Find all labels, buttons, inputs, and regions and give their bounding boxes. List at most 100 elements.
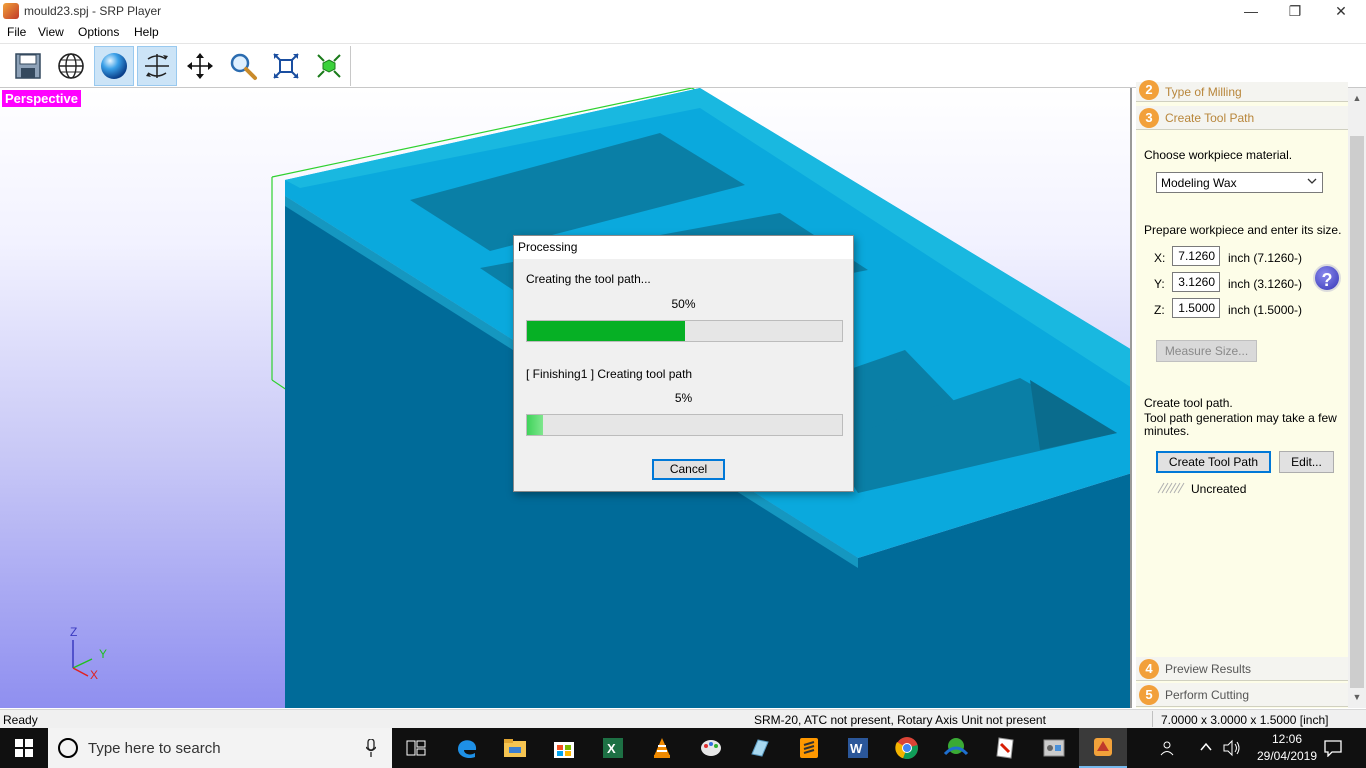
toolbar-separator (350, 46, 351, 86)
menu-bar: File View Options Help (0, 22, 1366, 44)
globe-icon[interactable] (51, 46, 91, 86)
tool-path-time-note: Tool path generation may take a few minu… (1144, 411, 1337, 438)
chevron-down-icon (1306, 175, 1318, 190)
status-ready: Ready (3, 713, 38, 727)
srp-player-app-icon (3, 3, 19, 19)
network-icon[interactable] (932, 728, 980, 768)
taskbar: Type here to search X W 12:06 29/04/2019 (0, 728, 1366, 768)
material-select[interactable]: Modeling Wax (1156, 172, 1323, 193)
create-tool-path-button[interactable]: Create Tool Path (1156, 451, 1271, 473)
vlc-icon[interactable] (638, 728, 686, 768)
size-y-unit-text: inch (1228, 277, 1251, 291)
size-z-input[interactable]: 1.5000 (1172, 298, 1220, 318)
status-machine-info: SRM-20, ATC not present, Rotary Axis Uni… (754, 713, 1046, 727)
center-icon[interactable] (309, 46, 349, 86)
progress-bar-1 (526, 320, 843, 342)
create-tool-path-text: Create tool path. (1144, 396, 1233, 410)
microphone-icon[interactable] (366, 739, 376, 757)
search-placeholder: Type here to search (88, 740, 221, 757)
app-icon[interactable] (736, 728, 784, 768)
cancel-button[interactable]: Cancel (652, 459, 725, 480)
clock-time[interactable]: 12:06 (1255, 732, 1319, 746)
minimize-button[interactable]: — (1228, 0, 1274, 22)
axis-x-label: X (90, 668, 99, 682)
rotate-icon[interactable] (137, 46, 177, 86)
material-select-value: Modeling Wax (1161, 176, 1237, 190)
step-type-of-milling[interactable]: 2 Type of Milling (1136, 80, 1348, 102)
close-button[interactable]: ✕ (1318, 0, 1364, 22)
toolpath-status-icon (1157, 482, 1185, 494)
progress-bar-2-fill (527, 415, 543, 435)
help-icon[interactable]: ? (1313, 264, 1341, 292)
step-create-tool-path[interactable]: 3 Create Tool Path (1136, 106, 1348, 130)
menu-options[interactable]: Options (78, 25, 119, 39)
step-perform-cutting[interactable]: 5 Perform Cutting (1136, 683, 1348, 707)
file-explorer-icon[interactable] (491, 728, 539, 768)
windows-start-icon[interactable] (0, 728, 48, 768)
step-4-badge: 4 (1139, 659, 1159, 679)
taskbar-search[interactable]: Type here to search (48, 728, 392, 768)
toolpath-status-text: Uncreated (1191, 482, 1247, 496)
chrome-icon[interactable] (883, 728, 931, 768)
people-icon[interactable] (1160, 740, 1178, 759)
step-5-label: Perform Cutting (1165, 688, 1250, 702)
choose-material-text: Choose workpiece material. (1144, 148, 1293, 162)
sphere-icon[interactable] (94, 46, 134, 86)
clock-date[interactable]: 29/04/2019 (1255, 749, 1319, 763)
scrollbar-thumb[interactable] (1350, 136, 1364, 688)
svg-text:X: X (607, 741, 616, 756)
control-icon[interactable] (1030, 728, 1078, 768)
size-y-input[interactable]: 3.1260 (1172, 272, 1220, 292)
paint-icon[interactable] (687, 728, 735, 768)
axis-indicator: Z Y X (64, 625, 114, 682)
step-2-badge: 2 (1139, 80, 1159, 100)
edge-icon[interactable] (443, 728, 491, 768)
menu-help[interactable]: Help (134, 25, 159, 39)
dialog-title: Processing (514, 236, 853, 259)
store-icon[interactable] (540, 728, 588, 768)
move-icon[interactable] (180, 46, 220, 86)
word-icon[interactable]: W (834, 728, 882, 768)
size-y-label: Y: (1154, 277, 1165, 291)
measure-size-button[interactable]: Measure Size... (1156, 340, 1257, 362)
menu-file[interactable]: File (7, 25, 26, 39)
task-view-icon[interactable] (392, 728, 440, 768)
progress-1-percent: 50% (671, 297, 696, 311)
zoom-icon[interactable] (223, 46, 263, 86)
step-2-label: Type of Milling (1165, 85, 1242, 99)
maximize-button[interactable]: ❐ (1272, 0, 1318, 22)
volume-icon[interactable] (1222, 739, 1242, 760)
size-x-unit: inch (7.1260-) (1228, 251, 1302, 265)
edit-button[interactable]: Edit... (1279, 451, 1334, 473)
size-y-unit: inch (3.1260-) (1228, 277, 1302, 291)
pdf-icon[interactable] (981, 728, 1029, 768)
fit-icon[interactable] (266, 46, 306, 86)
size-x-input[interactable]: 7.1260 (1172, 246, 1220, 266)
size-y-hint: (3.1260-) (1253, 277, 1303, 291)
sublime-icon[interactable] (785, 728, 833, 768)
show-hidden-icons-icon[interactable] (1199, 740, 1213, 757)
step-3-badge: 3 (1139, 108, 1159, 128)
size-x-label: X: (1154, 251, 1166, 265)
title-bar: mould23.spj - SRP Player — ❐ ✕ (0, 0, 1366, 22)
notification-icon[interactable] (1324, 739, 1342, 760)
search-icon (58, 738, 78, 758)
excel-icon[interactable]: X (589, 728, 637, 768)
status-workpiece-size: 7.0000 x 3.0000 x 1.5000 [inch] (1161, 713, 1329, 727)
workflow-panel: 2 Type of Milling 3 Create Tool Path Cho… (1134, 80, 1366, 708)
scroll-up-icon[interactable]: ▲ (1348, 90, 1366, 107)
scroll-down-icon[interactable]: ▼ (1348, 689, 1366, 706)
axis-y-label: Y (99, 647, 108, 661)
step-preview-results[interactable]: 4 Preview Results (1136, 657, 1348, 681)
panel-scrollbar[interactable]: ▲ ▼ (1348, 88, 1366, 708)
save-icon[interactable] (8, 46, 48, 86)
processing-dialog: Processing Creating the tool path... 50%… (513, 235, 854, 492)
axis-z-label: Z (70, 625, 78, 639)
size-z-unit: inch (1.5000-) (1228, 303, 1302, 317)
size-x-hint: (7.1260-) (1253, 251, 1303, 265)
size-z-label: Z: (1154, 303, 1165, 317)
panel-content: 2 Type of Milling 3 Create Tool Path Cho… (1136, 80, 1348, 708)
srp-player-icon[interactable] (1079, 728, 1127, 768)
menu-view[interactable]: View (38, 25, 64, 39)
window-title: mould23.spj - SRP Player (24, 4, 162, 18)
